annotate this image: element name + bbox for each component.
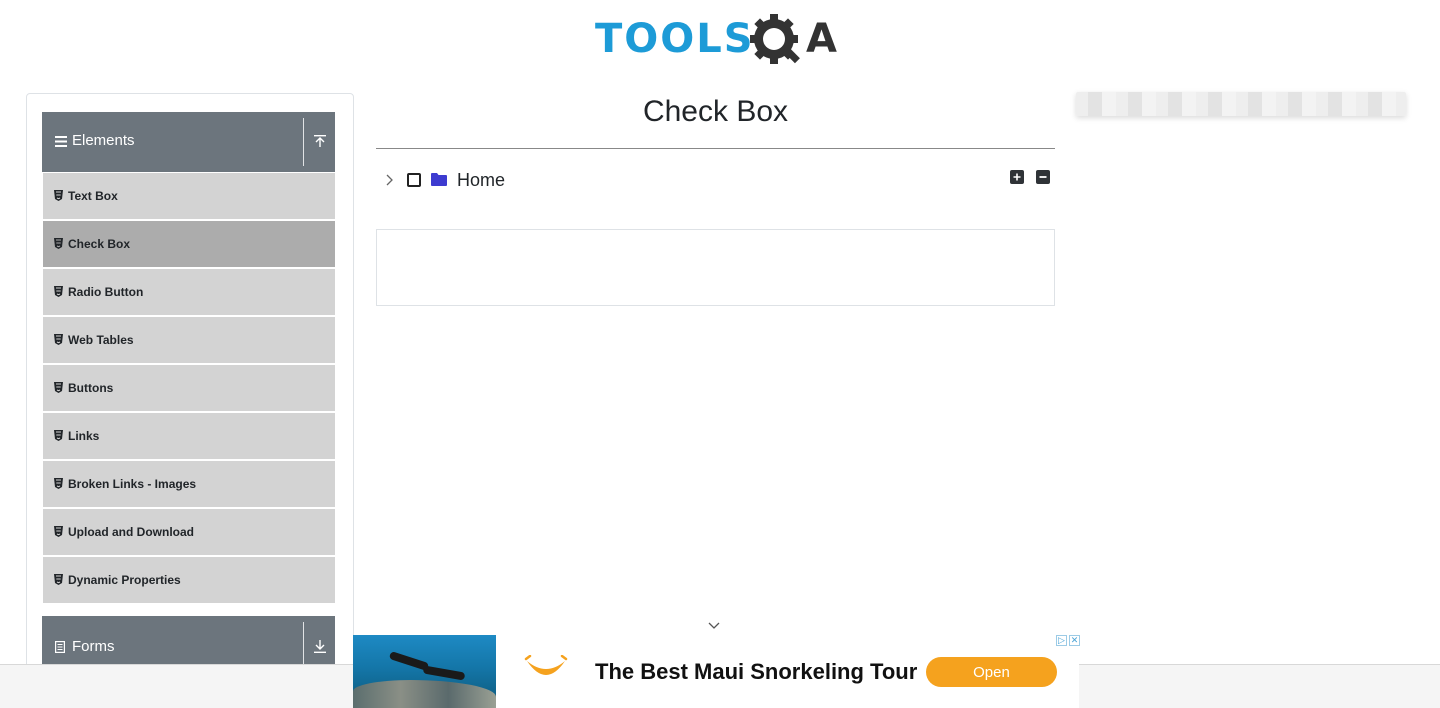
html5-icon — [54, 430, 63, 441]
html5-icon — [54, 574, 63, 585]
logo-wordmark: TOOLS — [595, 16, 755, 62]
plus-icon — [1013, 173, 1021, 181]
result-panel — [376, 229, 1055, 306]
gear-magnifier-icon: A — [750, 14, 837, 64]
group-label-forms: Forms — [72, 638, 115, 655]
sidebar-item-links[interactable]: Links — [43, 413, 335, 459]
html5-icon — [54, 286, 63, 297]
tree-node-label[interactable]: Home — [457, 170, 505, 191]
collapse-elements-button[interactable] — [304, 112, 335, 172]
sidebar-item-label: Links — [68, 429, 100, 443]
toolsqa-logo[interactable]: TOOLS A — [595, 12, 839, 68]
ad-info-icon[interactable]: ▷ — [1056, 635, 1067, 646]
sidebar-item-dynamic-properties[interactable]: Dynamic Properties — [43, 557, 335, 603]
sidebar-item-radio-button[interactable]: Radio Button — [43, 269, 335, 315]
html5-icon — [54, 190, 63, 201]
chevron-down-icon[interactable] — [706, 619, 722, 631]
ad-choices[interactable]: ▷ ✕ — [1056, 635, 1080, 647]
ad-headline[interactable]: The Best Maui Snorkeling Tour — [595, 659, 917, 685]
sidebar: Elements Text Box Check Box Radio Button… — [26, 93, 354, 708]
sidebar-item-upload-download[interactable]: Upload and Download — [43, 509, 335, 555]
sidebar-item-text-box[interactable]: Text Box — [43, 173, 335, 219]
arrow-down-icon — [313, 640, 326, 653]
collapse-all-button[interactable] — [1036, 170, 1050, 184]
sidebar-item-check-box[interactable]: Check Box — [43, 221, 335, 267]
group-label-elements: Elements — [72, 132, 135, 149]
expand-all-button[interactable] — [1010, 170, 1024, 184]
ad-placeholder[interactable] — [1076, 92, 1406, 116]
ad-close-icon[interactable]: ✕ — [1069, 635, 1080, 646]
sidebar-item-label: Check Box — [68, 237, 131, 251]
document-icon — [55, 641, 65, 653]
sidebar-item-label: Upload and Download — [68, 525, 194, 539]
minus-icon — [1039, 176, 1047, 178]
html5-icon — [54, 526, 63, 537]
sidebar-item-buttons[interactable]: Buttons — [43, 365, 335, 411]
html5-icon — [54, 478, 63, 489]
html5-icon — [54, 334, 63, 345]
page-title: Check Box — [642, 95, 789, 128]
reef-shape — [353, 680, 496, 708]
sidebar-item-label: Radio Button — [68, 285, 144, 299]
logo-suffix: A — [806, 16, 837, 62]
group-header-elements[interactable]: Elements — [42, 112, 335, 172]
chevron-right-icon[interactable] — [383, 173, 395, 187]
html5-icon — [54, 238, 63, 249]
diver-shape — [422, 665, 466, 681]
sidebar-item-label: Broken Links - Images — [68, 477, 197, 491]
sidebar-item-web-tables[interactable]: Web Tables — [43, 317, 335, 363]
hamburger-icon — [55, 136, 67, 147]
ad-brand-logo-icon — [524, 655, 568, 675]
html5-icon — [54, 382, 63, 393]
elements-menu: Text Box Check Box Radio Button Web Tabl… — [43, 173, 335, 605]
ad-banner[interactable]: The Best Maui Snorkeling Tour Open ▷ ✕ — [353, 635, 1080, 708]
folder-icon — [431, 173, 447, 186]
tree-node-home: Home — [376, 166, 1055, 194]
sidebar-item-label: Buttons — [68, 381, 114, 395]
sidebar-item-broken-links[interactable]: Broken Links - Images — [43, 461, 335, 507]
title-divider — [376, 148, 1055, 149]
sidebar-item-label: Text Box — [68, 189, 118, 203]
ad-open-button[interactable]: Open — [926, 657, 1057, 687]
home-checkbox[interactable] — [407, 173, 421, 187]
arrow-up-icon — [313, 135, 326, 147]
ad-snorkel-photo — [353, 635, 496, 708]
sidebar-item-label: Dynamic Properties — [68, 573, 181, 587]
sidebar-item-label: Web Tables — [68, 333, 134, 347]
